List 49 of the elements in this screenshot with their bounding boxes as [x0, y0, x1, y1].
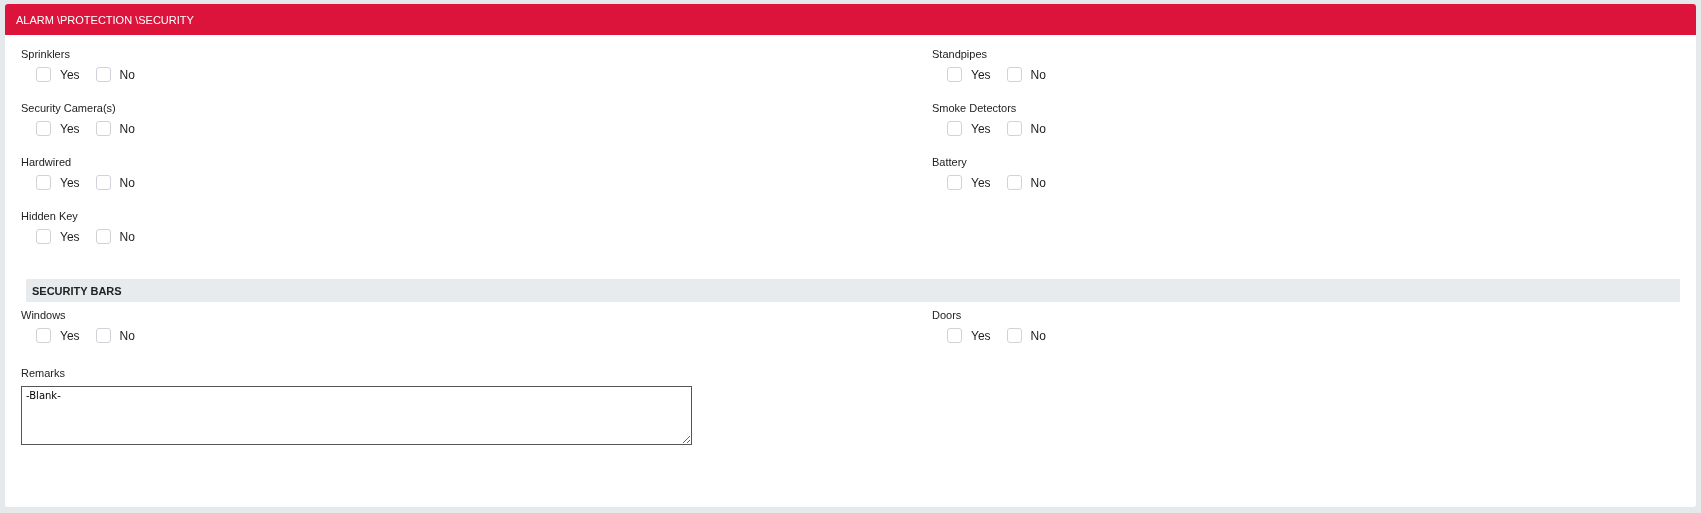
checkbox[interactable] — [947, 67, 962, 82]
field-label: Doors — [932, 308, 962, 322]
option-label: Yes — [60, 67, 80, 82]
checkbox[interactable] — [95, 229, 111, 244]
option-label: Yes — [971, 175, 991, 190]
option-label: Yes — [971, 67, 991, 82]
option-label: No — [1030, 328, 1046, 343]
checkbox[interactable] — [1006, 67, 1022, 82]
checkbox[interactable] — [1006, 121, 1022, 136]
field-label: Battery — [932, 155, 967, 169]
field-label: Standpipes — [932, 47, 988, 61]
option-label: Yes — [60, 175, 80, 190]
checkbox[interactable] — [36, 175, 51, 190]
checkbox[interactable] — [95, 328, 111, 343]
checkbox[interactable] — [95, 67, 111, 82]
option-label: No — [119, 175, 135, 190]
section-header: SECURITY BARS — [26, 279, 1680, 302]
checkbox[interactable] — [947, 328, 962, 343]
option-label: No — [1030, 121, 1046, 136]
checkbox[interactable] — [95, 121, 111, 136]
option-label: No — [1030, 67, 1046, 82]
checkbox[interactable] — [36, 67, 51, 82]
option-label: Yes — [60, 328, 80, 343]
field-label: Remarks — [21, 366, 65, 380]
checkbox[interactable] — [947, 175, 962, 190]
checkbox[interactable] — [1006, 175, 1022, 190]
option-label: Yes — [971, 328, 991, 343]
field-label: Smoke Detectors — [932, 101, 1017, 115]
option-label: No — [1030, 175, 1046, 190]
panel-header: ALARM \PROTECTION \SECURITY — [5, 4, 1696, 35]
option-label: No — [119, 328, 135, 343]
field-label: Hidden Key — [21, 209, 78, 223]
option-label: Yes — [971, 121, 991, 136]
field-label: Hardwired — [21, 155, 72, 169]
field-label: Sprinklers — [21, 47, 70, 61]
checkbox[interactable] — [95, 175, 111, 190]
option-label: No — [119, 229, 135, 244]
option-label: No — [119, 67, 135, 82]
option-label: No — [119, 121, 135, 136]
remarks-field[interactable]: -Blank- — [21, 386, 692, 445]
option-label: Yes — [60, 229, 80, 244]
option-label: Yes — [60, 121, 80, 136]
checkbox[interactable] — [36, 121, 51, 136]
field-label: Windows — [21, 308, 66, 322]
checkbox[interactable] — [1006, 328, 1022, 343]
checkbox[interactable] — [947, 121, 962, 136]
checkbox[interactable] — [36, 328, 51, 343]
checkbox[interactable] — [36, 229, 51, 244]
field-label: Security Camera(s) — [21, 101, 116, 115]
